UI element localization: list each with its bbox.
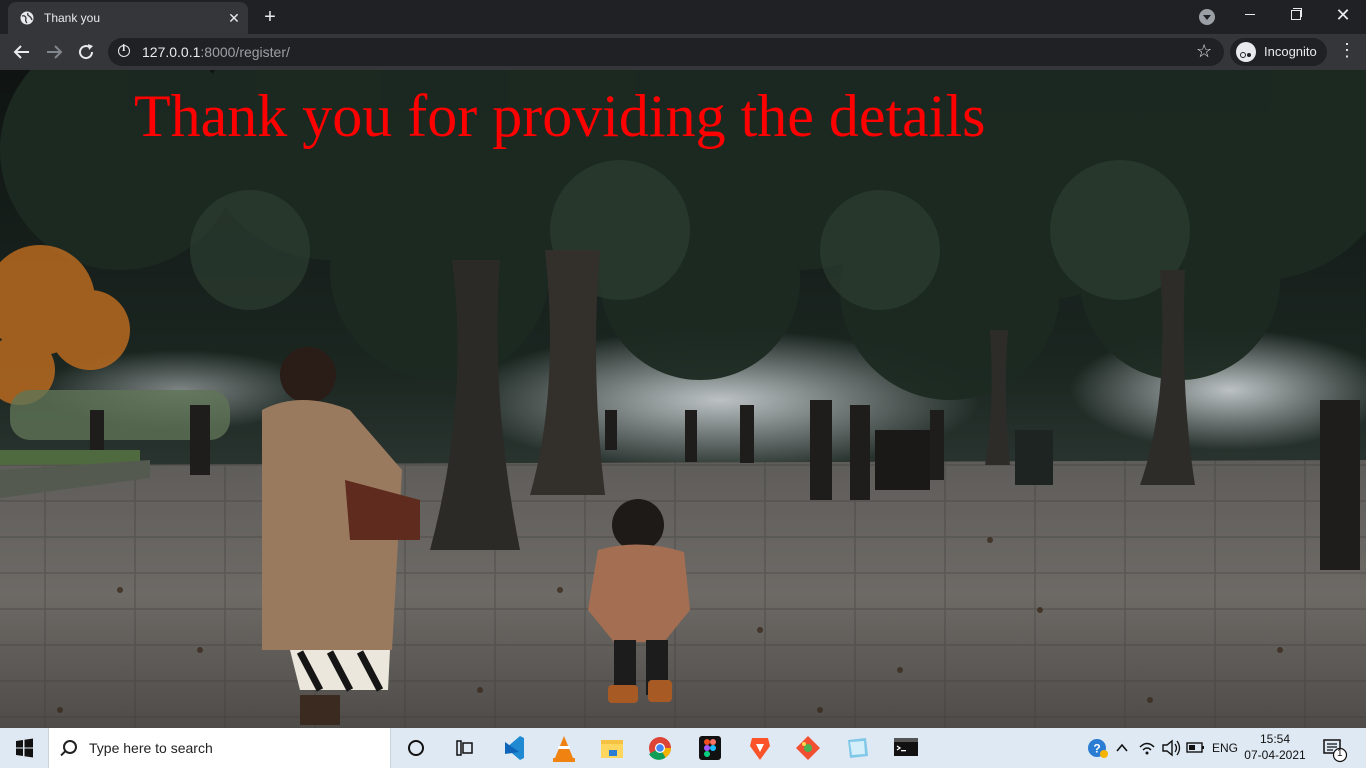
chevron-up-icon[interactable]	[1112, 728, 1132, 768]
incognito-badge[interactable]: Incognito	[1230, 38, 1327, 66]
tab-search-icon[interactable]	[1199, 9, 1215, 25]
restore-button[interactable]	[1273, 0, 1319, 30]
forward-icon[interactable]	[42, 40, 66, 64]
globe-icon	[20, 11, 34, 25]
vlc-icon[interactable]	[540, 728, 588, 768]
back-icon[interactable]	[10, 40, 34, 64]
help-icon[interactable]: ?	[1084, 728, 1110, 768]
address-bar[interactable]: 127.0.0.1:8000/register/ ☆	[108, 38, 1224, 66]
search-placeholder: Type here to search	[89, 740, 213, 756]
page-content: Thank you for providing the details	[0, 70, 1366, 728]
page-heading: Thank you for providing the details	[134, 83, 986, 149]
tab-strip: Thank you ✕ + ✕	[0, 0, 1366, 34]
browser-tab[interactable]: Thank you ✕	[8, 2, 248, 34]
minimize-button[interactable]	[1227, 0, 1273, 30]
action-center-button[interactable]: 1	[1316, 734, 1352, 764]
bookmark-star-icon[interactable]: ☆	[1196, 41, 1212, 62]
brave-icon[interactable]	[736, 728, 784, 768]
url-text[interactable]: 127.0.0.1:8000/register/	[142, 44, 290, 60]
clock-date: 07-04-2021	[1244, 748, 1306, 762]
wifi-icon[interactable]	[1136, 728, 1158, 768]
windows-start-icon[interactable]	[0, 728, 48, 768]
terminal-icon[interactable]	[882, 728, 930, 768]
url-host: 127.0.0.1	[142, 44, 201, 60]
reload-icon[interactable]	[74, 40, 98, 64]
volume-icon[interactable]	[1160, 728, 1182, 768]
url-path: :8000/register/	[200, 44, 290, 60]
svg-text:?: ?	[1093, 742, 1100, 756]
cortana-icon[interactable]	[392, 728, 440, 768]
incognito-icon	[1236, 42, 1256, 62]
close-window-button[interactable]: ✕	[1320, 0, 1366, 30]
file-explorer-icon[interactable]	[588, 728, 636, 768]
windows-taskbar: Type here to search ? ENG 15:54 07-04-20…	[0, 728, 1366, 768]
notification-count: 1	[1337, 748, 1343, 759]
system-clock[interactable]: 15:54 07-04-2021	[1244, 731, 1306, 763]
taskbar-search-box[interactable]: Type here to search	[48, 728, 391, 768]
notification-icon	[1323, 739, 1348, 763]
background-photo	[0, 70, 1366, 728]
battery-icon[interactable]	[1184, 728, 1208, 768]
incognito-label: Incognito	[1264, 44, 1317, 59]
site-info-icon[interactable]	[118, 44, 130, 57]
tab-close-icon[interactable]: ✕	[226, 10, 242, 26]
search-icon	[63, 740, 77, 754]
task-view-icon[interactable]	[440, 728, 488, 768]
notepad-icon[interactable]	[834, 728, 882, 768]
chrome-icon[interactable]	[636, 728, 684, 768]
language-indicator[interactable]: ENG	[1212, 728, 1238, 768]
vscode-icon[interactable]	[490, 728, 538, 768]
clock-time: 15:54	[1259, 732, 1291, 746]
git-icon[interactable]	[784, 728, 832, 768]
new-tab-button[interactable]: +	[260, 7, 280, 27]
figma-icon[interactable]	[686, 728, 734, 768]
tab-title: Thank you	[44, 11, 101, 25]
browser-menu-icon[interactable]: ⋮	[1338, 40, 1356, 64]
browser-toolbar: 127.0.0.1:8000/register/ ☆ Incognito ⋮	[0, 34, 1366, 70]
